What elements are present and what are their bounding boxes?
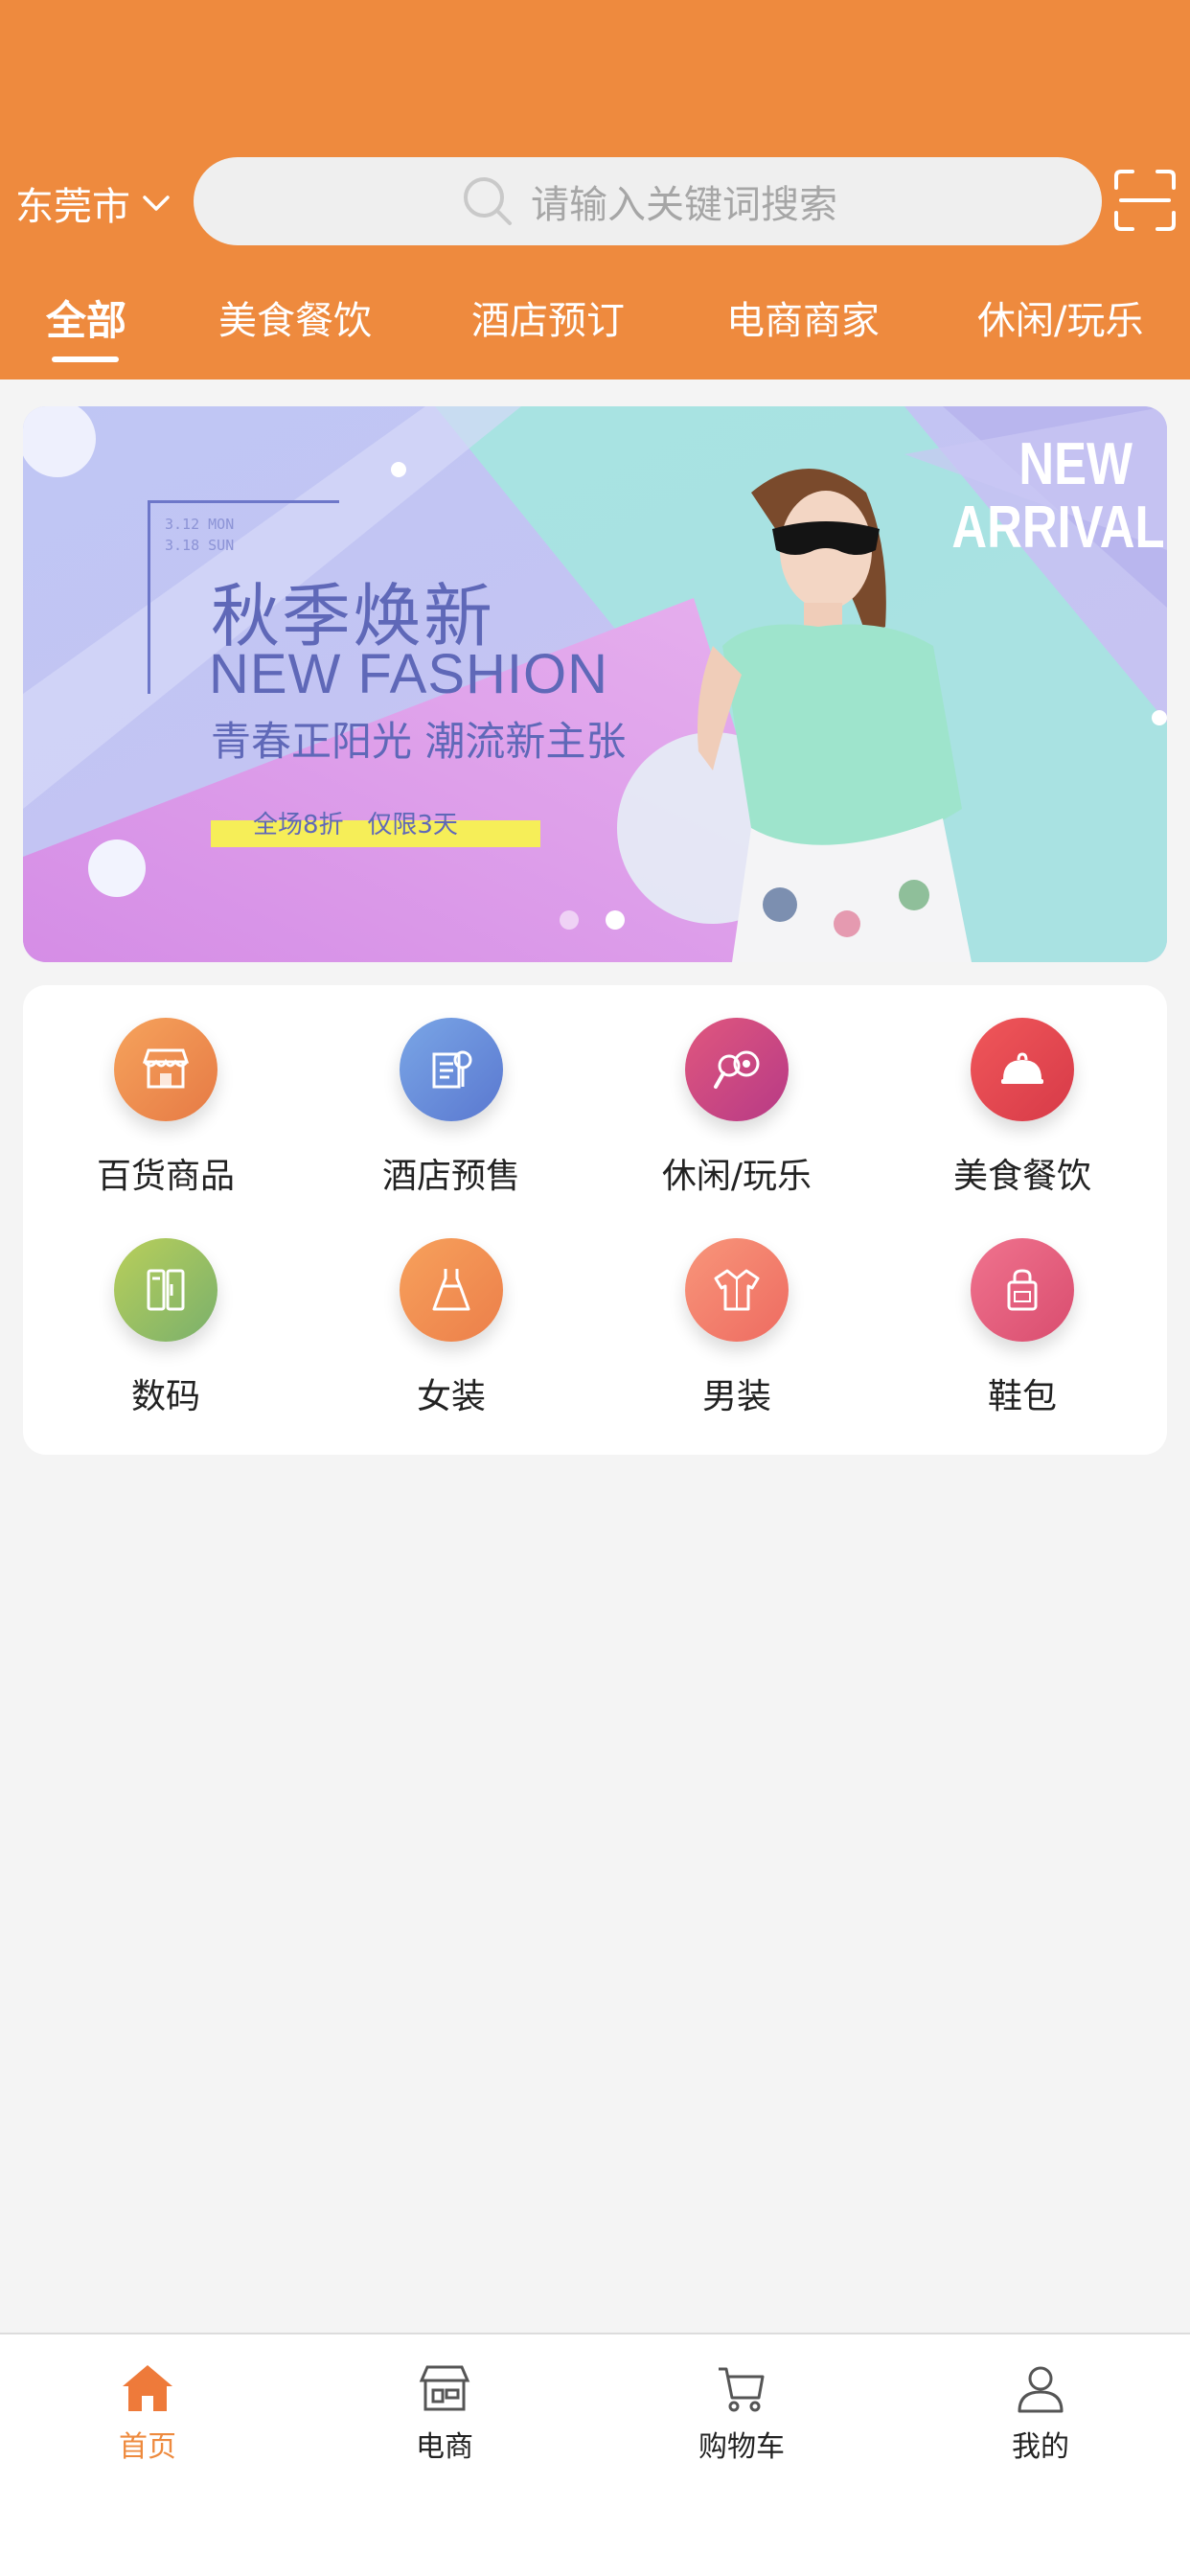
- nav-label: 购物车: [698, 2430, 785, 2464]
- shop-icon: [419, 2365, 470, 2411]
- banner-new-line2: ARRIVAL: [951, 494, 1165, 561]
- tab-ecommerce[interactable]: 电商商家: [726, 288, 880, 364]
- dress-icon: [400, 1238, 503, 1342]
- city-selector[interactable]: 东莞市: [15, 174, 172, 232]
- search-icon: [464, 177, 512, 225]
- category-label: 百货商品: [96, 1157, 235, 1196]
- category-shoes-bags[interactable]: 鞋包: [880, 1238, 1165, 1439]
- banner-promo-text: 全场8折 仅限3天: [253, 811, 458, 840]
- category-food[interactable]: 美食餐饮: [880, 1018, 1165, 1219]
- banner-date-end: 3.18 SUN: [165, 537, 235, 554]
- chevron-down-icon: [143, 196, 170, 211]
- category-digital[interactable]: 数码: [23, 1238, 309, 1439]
- banner-title-en: NEW FASHION: [209, 643, 609, 705]
- tab-leisure[interactable]: 休闲/玩乐: [977, 288, 1143, 364]
- nav-ecommerce[interactable]: 电商: [349, 2359, 540, 2465]
- category-grid: 百货商品 酒店预售 休闲/玩乐 美食餐饮 数码 女装 男装 鞋包: [23, 985, 1167, 1455]
- cart-icon: [719, 2367, 765, 2412]
- tab-hotel[interactable]: 酒店预订: [471, 288, 625, 364]
- tab-food[interactable]: 美食餐饮: [218, 288, 372, 364]
- category-womens-wear[interactable]: 女装: [309, 1238, 594, 1439]
- category-label: 数码: [130, 1377, 200, 1416]
- category-label: 休闲/玩乐: [661, 1157, 812, 1196]
- category-tabs: 全部 美食餐饮 酒店预订 电商商家 休闲/玩乐: [0, 288, 1190, 364]
- nav-label: 首页: [119, 2430, 176, 2464]
- digital-icon: [114, 1238, 217, 1342]
- store-icon: [114, 1018, 217, 1121]
- tab-all[interactable]: 全部: [46, 288, 126, 364]
- city-label: 东莞市: [15, 185, 130, 229]
- search-input[interactable]: 请输入关键词搜索: [194, 157, 1102, 245]
- tab-active-indicator: [52, 356, 119, 362]
- home-icon: [123, 2365, 172, 2411]
- banner-dot-2[interactable]: [606, 910, 625, 930]
- banner-pagination: [560, 910, 652, 930]
- nav-cart[interactable]: 购物车: [646, 2359, 837, 2465]
- nav-home[interactable]: 首页: [52, 2359, 243, 2465]
- shirt-icon: [685, 1238, 789, 1342]
- category-label: 美食餐饮: [952, 1157, 1091, 1196]
- nav-label: 我的: [1012, 2430, 1069, 2464]
- bottom-tab-bar: 首页 电商 购物车 我的: [0, 2333, 1190, 2576]
- category-mens-wear[interactable]: 男装: [594, 1238, 880, 1439]
- category-hotel-presale[interactable]: 酒店预售: [309, 1018, 594, 1219]
- category-label: 酒店预售: [381, 1157, 520, 1196]
- scan-icon[interactable]: [1113, 169, 1177, 232]
- banner-new-arrival: NEW ARRIVAL: [951, 431, 1165, 561]
- banner-dot-1[interactable]: [560, 910, 579, 930]
- header: 东莞市 请输入关键词搜索 全部 美食餐饮 酒店预订 电商商家 休闲/玩乐: [0, 0, 1190, 380]
- banner-subtitle: 青春正阳光 潮流新主张: [211, 718, 627, 765]
- leisure-icon: [685, 1018, 789, 1121]
- promo-banner[interactable]: 3.12 MON 3.18 SUN 秋季焕新 NEW FASHION 青春正阳光…: [23, 406, 1167, 962]
- profile-icon: [1018, 2366, 1064, 2413]
- nav-label: 电商: [416, 2430, 473, 2464]
- banner-dates: 3.12 MON 3.18 SUN: [165, 514, 234, 556]
- category-label: 男装: [701, 1377, 771, 1416]
- banner-date-start: 3.12 MON: [165, 516, 235, 533]
- category-department-store[interactable]: 百货商品: [23, 1018, 309, 1219]
- hotel-icon: [400, 1018, 503, 1121]
- search-placeholder: 请输入关键词搜索: [531, 183, 837, 227]
- search-row: 东莞市 请输入关键词搜索: [0, 153, 1190, 249]
- category-leisure[interactable]: 休闲/玩乐: [594, 1018, 880, 1219]
- nav-profile[interactable]: 我的: [945, 2359, 1136, 2465]
- banner-new-line1: NEW: [1018, 431, 1133, 497]
- app-root: 东莞市 请输入关键词搜索 全部 美食餐饮 酒店预订 电商商家 休闲/玩乐 3.1…: [0, 0, 1190, 2576]
- category-label: 鞋包: [987, 1377, 1057, 1416]
- category-label: 女装: [416, 1377, 486, 1416]
- food-icon: [971, 1018, 1074, 1121]
- bag-icon: [971, 1238, 1074, 1342]
